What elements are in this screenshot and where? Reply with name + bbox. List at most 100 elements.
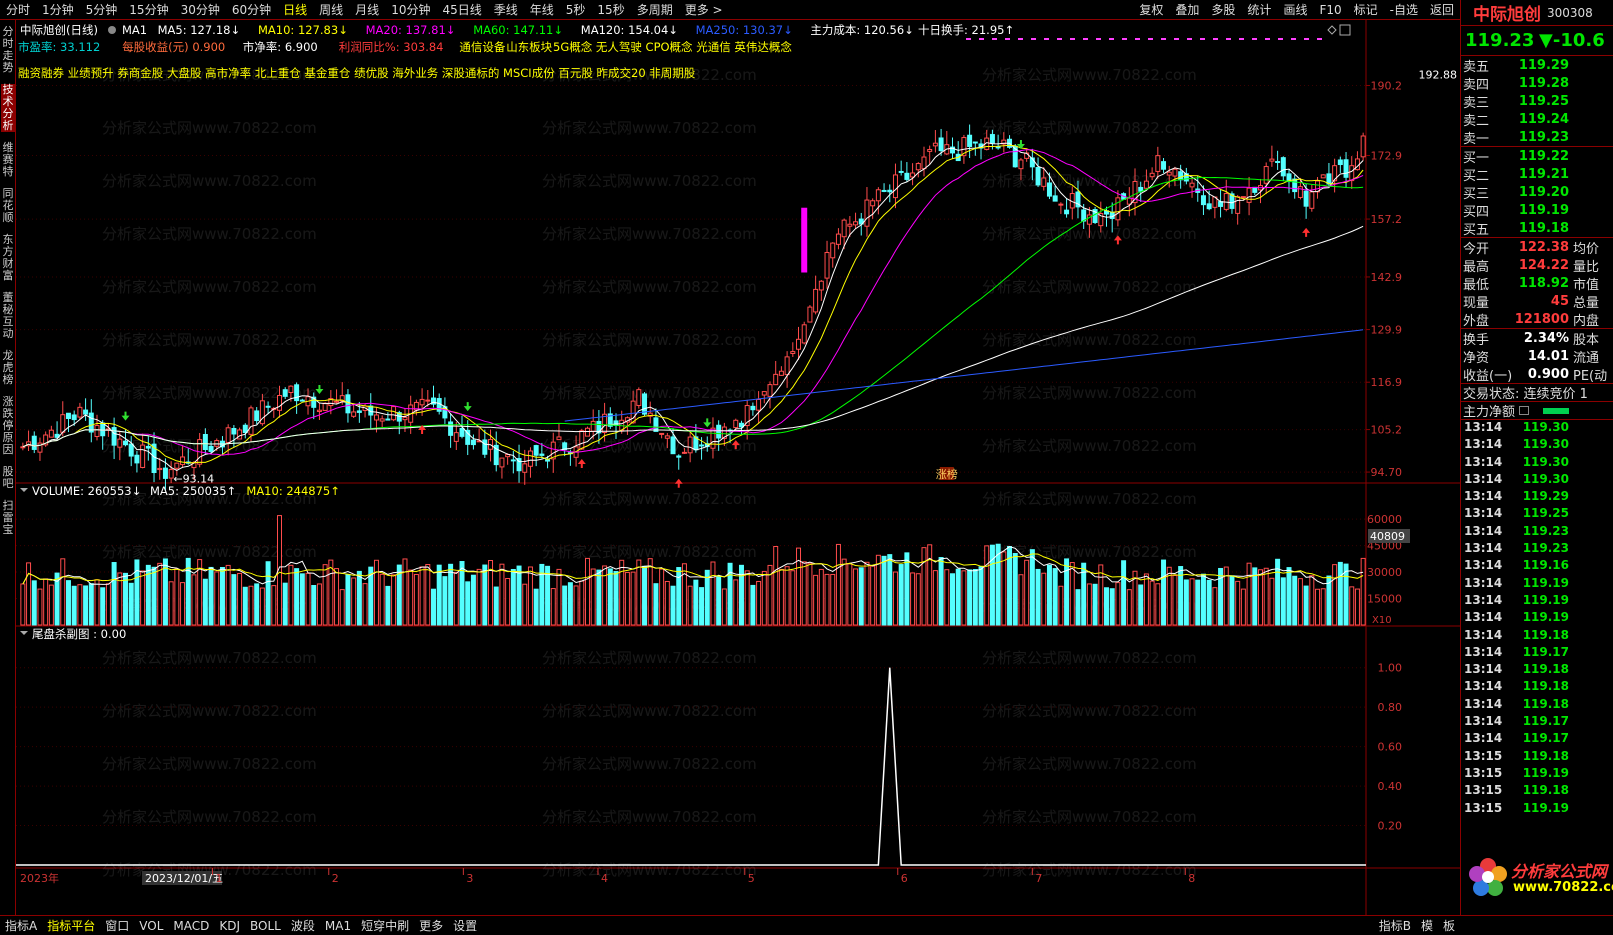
candle-body — [294, 384, 300, 402]
volume-bar — [328, 559, 334, 626]
left-tab[interactable]: 龙虎榜 — [1, 350, 15, 386]
period-tab[interactable]: 多周期 — [631, 0, 679, 19]
limit-up-candle — [801, 207, 808, 273]
strip-dot — [1200, 38, 1205, 40]
tool-button[interactable]: 复权 — [1133, 0, 1169, 19]
left-tab[interactable]: 技术分析 — [1, 84, 15, 132]
period-tab[interactable]: 分时 — [0, 0, 36, 19]
tick-list[interactable]: 13:14 119.30 13:14 119.30 13:14 119.30 13:14 11… — [1461, 420, 1613, 818]
tool-button[interactable]: 返回 — [1424, 0, 1460, 19]
indicator-tab[interactable]: 指标平台 — [42, 917, 100, 935]
indicator-tab[interactable]: 窗口 — [100, 917, 134, 935]
candle-body — [716, 424, 722, 439]
volume-bar — [362, 583, 368, 626]
period-tab[interactable]: 60分钟 — [226, 0, 277, 19]
chart-area[interactable]: 分析家公式网www.70822.com 分析家公式网www.70822.com 分析… — [16, 20, 1460, 915]
y-tick-label: 94.70 — [1371, 466, 1403, 479]
candle-body — [533, 445, 539, 456]
watermark-text: 分析家公式网www.70822.com — [542, 172, 757, 190]
tick-price: 119.19 — [1522, 592, 1569, 607]
left-tab[interactable]: 分时走势 — [1, 26, 15, 74]
period-tab[interactable]: 15分钟 — [123, 0, 174, 19]
period-tab[interactable]: 45日线 — [436, 0, 487, 19]
candle-body — [373, 414, 379, 421]
period-tab[interactable]: 周线 — [313, 0, 349, 19]
indicator-tab[interactable]: BOLL — [245, 917, 286, 935]
book-row[interactable]: 卖五 119.29 — [1463, 56, 1613, 75]
period-tab[interactable]: 1分钟 — [36, 0, 80, 19]
tool-button[interactable]: -自选 — [1384, 0, 1424, 19]
tool-button[interactable]: 画线 — [1277, 0, 1313, 19]
period-tab[interactable]: 季线 — [488, 0, 524, 19]
period-tab[interactable]: 15秒 — [591, 0, 630, 19]
volume-bar — [944, 569, 950, 626]
tool-button[interactable]: 叠加 — [1169, 0, 1205, 19]
candle-body — [482, 439, 488, 455]
volume-bar — [545, 565, 551, 626]
candle-body — [761, 391, 767, 396]
left-function-tabs: 分时走势技术分析维赛特同花顺东方财富董秘互动龙虎榜涨跌停原因股吧扫雷宝 — [0, 20, 16, 915]
book-row[interactable]: 买四 119.19 — [1463, 201, 1613, 220]
book-row[interactable]: 买二 119.21 — [1463, 165, 1613, 184]
book-price: 119.29 — [1518, 57, 1569, 73]
indicator-tab[interactable]: MA1 — [320, 917, 356, 935]
volume-bar — [1058, 585, 1064, 626]
indicator-tab[interactable]: VOL — [134, 917, 168, 935]
book-price: 119.23 — [1518, 129, 1569, 145]
watermark-text: 分析家公式网www.70822.com — [542, 755, 757, 773]
volume-bar — [818, 568, 824, 626]
indicator-tab[interactable]: 短穿中刷 — [356, 917, 414, 935]
period-tab[interactable]: 更多 > — [679, 0, 729, 19]
volume-bar — [1075, 589, 1081, 626]
indicator-tab-right[interactable]: 指标B — [1374, 917, 1416, 935]
indicator-tab-right[interactable]: 板 — [1438, 917, 1460, 935]
indicator-tab[interactable]: MACD — [168, 917, 214, 935]
left-tab[interactable]: 涨跌停原因 — [1, 396, 15, 456]
indicator-tab[interactable]: 更多 — [414, 917, 448, 935]
book-row[interactable]: 卖四 119.28 — [1463, 74, 1613, 93]
left-tab[interactable]: 股吧 — [1, 466, 15, 490]
volume-bar — [493, 586, 499, 626]
volume-bar — [1286, 567, 1292, 626]
tool-button[interactable]: F10 — [1313, 0, 1347, 19]
book-row[interactable]: 买五 119.18 — [1463, 219, 1613, 238]
indicator-tab[interactable]: 波段 — [286, 917, 320, 935]
period-tab[interactable]: 月线 — [349, 0, 385, 19]
left-tab[interactable]: 东方财富 — [1, 234, 15, 282]
period-tab[interactable]: 10分钟 — [385, 0, 436, 19]
settings-dot-icon[interactable] — [108, 26, 116, 34]
left-tab[interactable]: 扫雷宝 — [1, 500, 15, 536]
book-row[interactable]: 卖二 119.24 — [1463, 110, 1613, 129]
tick-price: 119.17 — [1522, 644, 1569, 659]
book-row[interactable]: 买三 119.20 — [1463, 183, 1613, 202]
volume-bar — [111, 562, 117, 626]
book-row[interactable]: 买一 119.22 — [1463, 147, 1613, 166]
book-row[interactable]: 卖一 119.23 — [1463, 128, 1613, 147]
candle-body — [162, 467, 168, 479]
indicator-tab-right[interactable]: 模 — [1416, 917, 1438, 935]
left-tab[interactable]: 同花顺 — [1, 188, 15, 224]
candle-body — [31, 435, 37, 450]
period-tab[interactable]: 年线 — [524, 0, 560, 19]
period-tab[interactable]: 日线 — [277, 0, 313, 19]
y-tick-label: 0.20 — [1378, 820, 1403, 833]
left-tab[interactable]: 维赛特 — [1, 142, 15, 178]
tick-row: 13:14 119.18 — [1464, 628, 1613, 645]
tool-button[interactable]: 标记 — [1348, 0, 1384, 19]
tick-row: 13:14 119.23 — [1464, 541, 1613, 558]
volume-bar — [31, 580, 37, 626]
tool-button[interactable]: 统计 — [1241, 0, 1277, 19]
tick-price: 119.16 — [1522, 558, 1569, 573]
volume-bar — [453, 571, 459, 626]
indicator-tab[interactable]: KDJ — [214, 917, 245, 935]
period-tab[interactable]: 5分钟 — [80, 0, 124, 19]
period-tab[interactable]: 30分钟 — [175, 0, 226, 19]
strip-dot — [1187, 38, 1192, 40]
period-tab[interactable]: 5秒 — [560, 0, 592, 19]
book-row[interactable]: 卖三 119.25 — [1463, 92, 1613, 111]
left-tab[interactable]: 董秘互动 — [1, 292, 15, 340]
indicator-tab[interactable]: 指标A — [0, 917, 42, 935]
candle-body — [584, 427, 590, 437]
indicator-tab[interactable]: 设置 — [448, 917, 482, 935]
tool-button[interactable]: 多股 — [1205, 0, 1241, 19]
